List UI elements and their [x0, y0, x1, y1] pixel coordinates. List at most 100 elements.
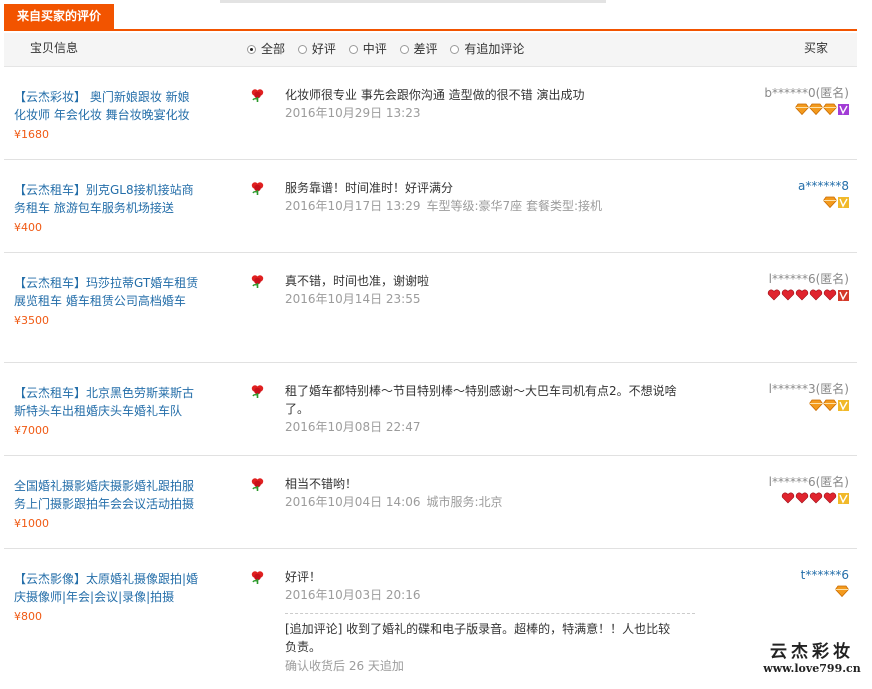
heart-icon [781, 289, 795, 301]
review-row: 【云杰租车】玛莎拉蒂GT婚车租赁 展览租车 婚车租赁公司高档婚车 ¥3500 真… [4, 253, 857, 363]
vip-level-icon[interactable] [838, 399, 849, 411]
product-info-column-header: 宝贝信息 [30, 41, 79, 55]
review-text: 相当不错哟！ [285, 477, 358, 491]
heart-icon [795, 492, 809, 504]
review-body: 化妆师很专业 事先会跟你沟通 造型做的很不错 演出成功 2016年10月29日 … [285, 86, 695, 122]
review-body: 服务靠谱！时间准时！好评满分 2016年10月17日 13:29 车型等级:豪华7… [285, 179, 695, 215]
radio-icon[interactable] [297, 45, 307, 54]
review-row: 全国婚礼摄影婚庆摄影婚礼跟拍服务上门摄影跟拍年会会议活动拍摄 ¥1000 相当不… [4, 456, 857, 549]
diamond-icon [795, 103, 809, 115]
followup-text: [追加评论] 收到了婚礼的碟和电子版录音。超棒的，特满意！！人也比较负责。 [285, 622, 671, 654]
product-info: 【云杰租车】北京黑色劳斯莱斯古斯特头车出租婚庆头车婚礼车队 ¥7000 [14, 384, 200, 440]
review-row: 【云杰租车】别克GL8接机接站商务租车 旅游包车服务机场接送 ¥400 服务靠谱… [4, 160, 857, 253]
buyer-info: t******6 [801, 566, 849, 598]
heart-icon [823, 492, 837, 504]
order-spec: 城市服务:北京 [426, 495, 503, 509]
review-row: 【云杰租车】北京黑色劳斯莱斯古斯特头车出租婚庆头车婚礼车队 ¥7000 租了婚车… [4, 363, 857, 456]
heart-icon [781, 492, 795, 504]
product-link[interactable]: 【云杰彩妆】 奥门新娘跟妆 新娘化妆师 年会化妆 舞台妆晚宴化妆 [14, 90, 190, 122]
filter-neutral[interactable]: 中评 [348, 33, 387, 66]
buyer-info: l******6(匿名) [767, 270, 849, 302]
heart-icon [823, 289, 837, 301]
vip-level-icon[interactable] [838, 196, 849, 208]
product-info: 【云杰彩妆】 奥门新娘跟妆 新娘化妆师 年会化妆 舞台妆晚宴化妆 ¥1680 [14, 88, 200, 144]
buyer-name: l******6(匿名) [768, 475, 849, 489]
buyer-name[interactable]: t******6 [801, 566, 849, 584]
review-date: 2016年10月17日 13:29 车型等级:豪华7座 套餐类型:接机 [285, 199, 603, 213]
flower-icon [251, 89, 264, 102]
review-body: 真不错，时间也准，谢谢啦 2016年10月14日 23:55 [285, 272, 695, 308]
product-link[interactable]: 【云杰影像】太原婚礼摄像跟拍|婚庆摄像师|年会|会议|录像|拍摄 [14, 572, 198, 604]
product-info: 【云杰租车】玛莎拉蒂GT婚车租赁 展览租车 婚车租赁公司高档婚车 ¥3500 [14, 274, 200, 330]
review-date: 2016年10月08日 22:47 [285, 420, 421, 434]
diamond-icon [823, 103, 837, 115]
radio-icon[interactable] [348, 45, 358, 54]
radio-icon[interactable] [399, 45, 409, 54]
radio-icon[interactable] [450, 45, 460, 54]
review-date: 2016年10月14日 23:55 [285, 292, 421, 306]
review-text: 化妆师很专业 事先会跟你沟通 造型做的很不错 演出成功 [285, 88, 585, 102]
buyer-credit-badges [769, 398, 849, 412]
vip-level-icon[interactable] [838, 289, 849, 301]
buyer-credit-badges [801, 584, 849, 598]
review-text: 好评！ [285, 570, 322, 584]
product-info: 【云杰影像】太原婚礼摄像跟拍|婚庆摄像师|年会|会议|录像|拍摄 ¥800 [14, 570, 200, 626]
buyer-name: l******6(匿名) [768, 272, 849, 286]
buyer-name: l******3(匿名) [768, 382, 849, 396]
heart-icon [809, 492, 823, 504]
product-link[interactable]: 【云杰租车】玛莎拉蒂GT婚车租赁 展览租车 婚车租赁公司高档婚车 [14, 276, 198, 308]
filter-has-followup[interactable]: 有追加评论 [450, 33, 524, 66]
watermark-title: 云杰彩妆 [770, 642, 854, 662]
buyer-credit-badges [798, 195, 849, 209]
review-text: 服务靠谱！时间准时！好评满分 [285, 181, 454, 195]
review-table-header: 宝贝信息 全部 好评 中评 差评 有追加评论 买家 [4, 33, 857, 67]
product-info: 【云杰租车】别克GL8接机接站商务租车 旅游包车服务机场接送 ¥400 [14, 181, 200, 237]
review-body: 好评！ 2016年10月03日 20:16 [追加评论] 收到了婚礼的碟和电子版… [285, 568, 695, 676]
radio-icon[interactable] [247, 45, 256, 54]
review-date: 2016年10月29日 13:23 [285, 106, 421, 120]
flower-icon [251, 385, 264, 398]
watermark-url: www.love799.cn [763, 662, 861, 675]
review-text: 租了婚车都特别棒～节目特别棒～特别感谢～大巴车司机有点2。不想说啥了。 [285, 384, 677, 416]
filter-all[interactable]: 全部 [247, 33, 285, 66]
review-text: 真不错，时间也准，谢谢啦 [285, 274, 430, 288]
product-info: 全国婚礼摄影婚庆摄影婚礼跟拍服务上门摄影跟拍年会会议活动拍摄 ¥1000 [14, 477, 200, 533]
buyer-credit-badges [764, 102, 849, 116]
followup-note: 确认收货后 26 天追加 [285, 659, 404, 673]
buyer-name: b******0(匿名) [764, 86, 849, 100]
heart-icon [767, 289, 781, 301]
flower-icon [251, 571, 264, 584]
product-link[interactable]: 【云杰租车】别克GL8接机接站商务租车 旅游包车服务机场接送 [14, 183, 194, 215]
product-price: ¥1000 [14, 517, 49, 530]
flower-icon [251, 478, 264, 491]
flower-icon [251, 182, 264, 195]
buyer-info: a******8 [798, 177, 849, 209]
review-row: 【云杰影像】太原婚礼摄像跟拍|婚庆摄像师|年会|会议|录像|拍摄 ¥800 好评… [4, 549, 857, 689]
flower-icon [251, 275, 264, 288]
product-price: ¥400 [14, 221, 42, 234]
diamond-icon [809, 399, 823, 411]
product-link[interactable]: 全国婚礼摄影婚庆摄影婚礼跟拍服务上门摄影跟拍年会会议活动拍摄 [14, 479, 194, 511]
product-price: ¥3500 [14, 314, 49, 327]
buyer-credit-badges [769, 491, 849, 505]
vip-level-icon[interactable] [838, 492, 849, 504]
review-tab-bar: 来自买家的评价 [4, 4, 857, 31]
buyer-credit-badges [767, 288, 849, 302]
diamond-icon [835, 585, 849, 597]
vip-level-icon[interactable] [838, 103, 849, 115]
order-spec: 车型等级:豪华7座 套餐类型:接机 [426, 199, 603, 213]
review-date: 2016年10月03日 20:16 [285, 588, 421, 602]
diamond-icon [823, 399, 837, 411]
review-body: 租了婚车都特别棒～节目特别棒～特别感谢～大巴车司机有点2。不想说啥了。 2016… [285, 382, 695, 436]
filter-negative[interactable]: 差评 [399, 33, 438, 66]
filter-positive[interactable]: 好评 [297, 33, 336, 66]
review-date: 2016年10月04日 14:06 城市服务:北京 [285, 495, 503, 509]
product-link[interactable]: 【云杰租车】北京黑色劳斯莱斯古斯特头车出租婚庆头车婚礼车队 [14, 386, 194, 418]
buyer-name[interactable]: a******8 [798, 177, 849, 195]
buyer-info: l******6(匿名) [769, 473, 849, 505]
followup-divider [285, 613, 695, 614]
review-body: 相当不错哟！ 2016年10月04日 14:06 城市服务:北京 [285, 475, 695, 511]
product-price: ¥800 [14, 610, 42, 623]
followup-review: [追加评论] 收到了婚礼的碟和电子版录音。超棒的，特满意！！人也比较负责。 确认… [285, 620, 695, 676]
tab-buyer-reviews[interactable]: 来自买家的评价 [4, 4, 115, 29]
